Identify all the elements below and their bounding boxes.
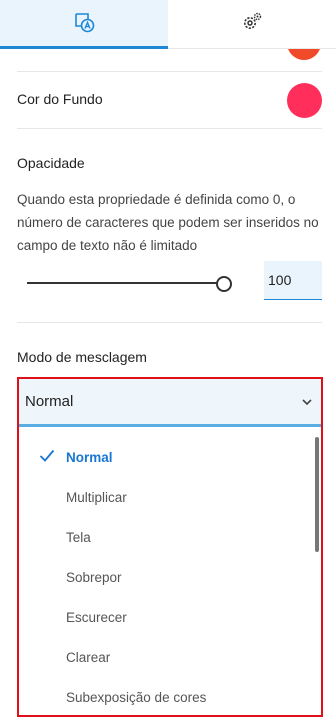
panel-tabs xyxy=(0,0,336,49)
check-icon xyxy=(39,449,55,465)
option-label: Normal xyxy=(66,449,113,465)
opacity-value-input[interactable] xyxy=(264,261,322,300)
option-label: Multiplicar xyxy=(66,489,127,505)
option-normal[interactable]: Normal xyxy=(19,437,311,477)
option-multiplicar[interactable]: Multiplicar xyxy=(19,477,311,517)
tab-settings[interactable] xyxy=(168,0,336,48)
blend-mode-title: Modo de mesclagem xyxy=(17,349,147,365)
background-color-swatch[interactable] xyxy=(287,83,322,118)
option-sobrepor[interactable]: Sobrepor xyxy=(19,557,311,597)
option-label: Clarear xyxy=(66,649,111,665)
option-label: Sobrepor xyxy=(66,569,122,585)
divider xyxy=(17,128,322,129)
divider xyxy=(17,71,322,72)
blend-mode-select[interactable]: Normal xyxy=(19,379,321,427)
menu-scrollbar[interactable] xyxy=(315,437,319,552)
background-color-label: Cor do Fundo xyxy=(17,91,103,107)
opacity-slider-track[interactable] xyxy=(27,282,217,284)
tab-style[interactable] xyxy=(0,0,168,49)
opacity-title: Opacidade xyxy=(17,155,85,171)
option-clarear[interactable]: Clarear xyxy=(19,637,311,677)
chevron-down-icon xyxy=(301,398,313,406)
option-label: Subexposição de cores xyxy=(66,689,207,705)
blend-mode-selected-value: Normal xyxy=(25,393,74,410)
option-escurecer[interactable]: Escurecer xyxy=(19,597,311,637)
opacity-description: Quando esta propriedade é definida como … xyxy=(17,192,319,253)
option-label: Escurecer xyxy=(66,609,127,625)
opacity-slider-thumb[interactable] xyxy=(216,276,232,292)
option-subexposicao-de-cores[interactable]: Subexposição de cores xyxy=(19,677,311,715)
gear-icon xyxy=(241,11,263,38)
option-tela[interactable]: Tela xyxy=(19,517,311,557)
divider xyxy=(17,322,322,323)
blend-mode-options: Normal Multiplicar Tela Sobrepor Escurec… xyxy=(19,430,321,715)
option-label: Tela xyxy=(66,529,91,545)
style-format-icon xyxy=(73,11,95,38)
